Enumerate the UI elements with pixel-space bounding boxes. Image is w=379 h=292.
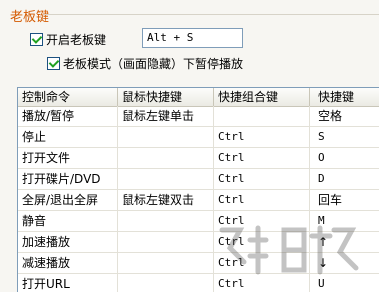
cell-key: ↑ <box>310 232 379 252</box>
cell-mouse: 鼠标左键单击 <box>118 106 214 126</box>
cell-key: M <box>310 211 379 231</box>
shortcut-table: 控制命令 鼠标快捷键 快捷组合键 快捷键 播放/暂停 鼠标左键单击 空格 停止 … <box>17 87 379 292</box>
pause-in-boss-mode-label: 老板模式（画面隐藏）下暂停播放 <box>63 57 244 71</box>
table-row[interactable]: 播放/暂停 鼠标左键单击 空格 <box>18 106 379 127</box>
table-row[interactable]: 减速播放 Ctrl ↓ <box>18 253 379 274</box>
table-row[interactable]: 加速播放 Ctrl ↑ <box>18 232 379 253</box>
cell-combo: Ctrl <box>214 232 310 252</box>
table-row[interactable]: 打开URL Ctrl U <box>18 274 379 292</box>
cell-key: 回车 <box>310 190 379 210</box>
col-header-combo[interactable]: 快捷组合键 <box>214 88 310 106</box>
col-header-key[interactable]: 快捷键 <box>310 88 379 106</box>
cell-mouse: 鼠标左键双击 <box>118 190 214 210</box>
cell-key: D <box>310 169 379 189</box>
col-header-command[interactable]: 控制命令 <box>18 88 118 106</box>
cell-key: O <box>310 148 379 168</box>
cell-combo: Ctrl <box>214 190 310 210</box>
cell-combo: Ctrl <box>214 148 310 168</box>
pause-in-boss-mode-checkbox[interactable] <box>47 57 60 70</box>
cell-mouse <box>118 232 214 252</box>
cell-mouse <box>118 253 214 273</box>
group-title: 老板键 <box>10 10 50 25</box>
table-header: 控制命令 鼠标快捷键 快捷组合键 快捷键 <box>18 88 379 107</box>
cell-key: S <box>310 127 379 147</box>
table-row[interactable]: 打开文件 Ctrl O <box>18 148 379 169</box>
table-row[interactable]: 打开碟片/DVD Ctrl D <box>18 169 379 190</box>
cell-combo: Ctrl <box>214 169 310 189</box>
cell-key: 空格 <box>310 106 379 126</box>
cell-command: 静音 <box>18 211 118 231</box>
cell-combo: Ctrl <box>214 127 310 147</box>
cell-command: 减速播放 <box>18 253 118 273</box>
cell-key: ↓ <box>310 253 379 273</box>
cell-combo: Ctrl <box>214 274 310 292</box>
enable-boss-key-checkbox[interactable] <box>30 33 43 46</box>
cell-mouse <box>118 148 214 168</box>
group-divider <box>44 14 379 15</box>
cell-mouse <box>118 211 214 231</box>
cell-command: 打开URL <box>18 274 118 292</box>
table-row[interactable]: 停止 Ctrl S <box>18 127 379 148</box>
table-row[interactable]: 静音 Ctrl M <box>18 211 379 232</box>
table-row[interactable]: 全屏/退出全屏 鼠标左键双击 Ctrl 回车 <box>18 190 379 211</box>
enable-boss-key-label: 开启老板键 <box>46 33 107 47</box>
cell-mouse <box>118 169 214 189</box>
cell-combo <box>214 106 310 126</box>
cell-command: 播放/暂停 <box>18 106 118 126</box>
cell-command: 加速播放 <box>18 232 118 252</box>
cell-combo: Ctrl <box>214 253 310 273</box>
cell-command: 全屏/退出全屏 <box>18 190 118 210</box>
cell-mouse <box>118 127 214 147</box>
cell-combo: Ctrl <box>214 211 310 231</box>
cell-command: 打开碟片/DVD <box>18 169 118 189</box>
boss-key-hotkey-input[interactable]: Alt + S <box>142 28 243 48</box>
col-header-mouse[interactable]: 鼠标快捷键 <box>118 88 214 106</box>
cell-command: 停止 <box>18 127 118 147</box>
cell-key: U <box>310 274 379 292</box>
cell-mouse <box>118 274 214 292</box>
cell-command: 打开文件 <box>18 148 118 168</box>
